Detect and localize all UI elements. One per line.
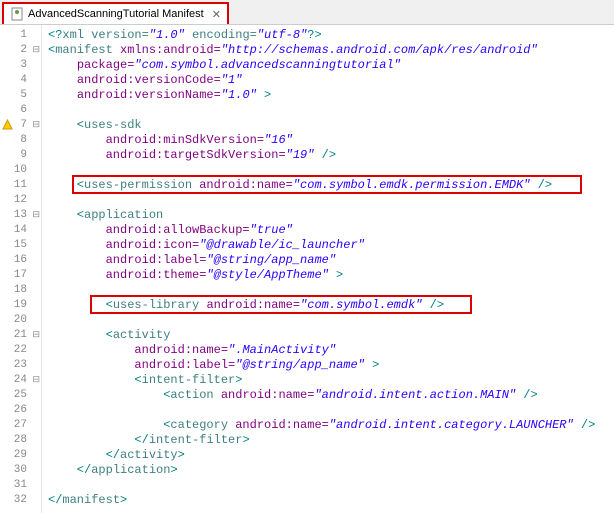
code-line: <uses-sdk	[48, 117, 614, 132]
gutter-line: 9	[0, 147, 41, 162]
gutter-line: 26	[0, 402, 41, 417]
gutter-line: 6	[0, 102, 41, 117]
gutter-line: 28	[0, 432, 41, 447]
code-line: android:targetSdkVersion="19" />	[48, 147, 614, 162]
code-line: <intent-filter>	[48, 372, 614, 387]
code-line: <manifest xmlns:android="http://schemas.…	[48, 42, 614, 57]
code-line: android:minSdkVersion="16"	[48, 132, 614, 147]
gutter-line: 1	[0, 27, 41, 42]
fold-toggle-icon[interactable]: ⊟	[32, 210, 40, 220]
warning-icon	[2, 119, 13, 130]
gutter-line: 3	[0, 57, 41, 72]
code-line: android:icon="@drawable/ic_launcher"	[48, 237, 614, 252]
code-line: android:name=".MainActivity"	[48, 342, 614, 357]
gutter-line: 16	[0, 252, 41, 267]
code-line: </intent-filter>	[48, 432, 614, 447]
gutter-line: 13⊟	[0, 207, 41, 222]
gutter-line: 2⊟	[0, 42, 41, 57]
tab-title: AdvancedScanningTutorial Manifest	[28, 8, 204, 20]
code-line	[48, 312, 614, 327]
gutter-line: 32	[0, 492, 41, 507]
gutter-line: 7⊟	[0, 117, 41, 132]
code-line: </application>	[48, 462, 614, 477]
code-line: package="com.symbol.advancedscanningtuto…	[48, 57, 614, 72]
code-line: <action android:name="android.intent.act…	[48, 387, 614, 402]
gutter-line: 18	[0, 282, 41, 297]
fold-toggle-icon[interactable]: ⊟	[32, 375, 40, 385]
code-line	[48, 162, 614, 177]
code-line: android:label="@string/app_name"	[48, 252, 614, 267]
editor-tab[interactable]: AdvancedScanningTutorial Manifest ✕	[2, 2, 229, 24]
code-line: </activity>	[48, 447, 614, 462]
code-line: <uses-permission android:name="com.symbo…	[48, 177, 614, 192]
gutter-line: 19	[0, 297, 41, 312]
gutter-line: 23	[0, 357, 41, 372]
gutter-line: 22	[0, 342, 41, 357]
code-line	[48, 102, 614, 117]
tab-bar: AdvancedScanningTutorial Manifest ✕	[0, 0, 614, 25]
gutter-line: 11	[0, 177, 41, 192]
code-line: <category android:name="android.intent.c…	[48, 417, 614, 432]
code-line: <application	[48, 207, 614, 222]
fold-toggle-icon[interactable]: ⊟	[32, 330, 40, 340]
fold-toggle-icon[interactable]: ⊟	[32, 120, 40, 130]
fold-toggle-icon[interactable]: ⊟	[32, 45, 40, 55]
close-tab-icon[interactable]: ✕	[212, 8, 221, 21]
code-line: android:versionName="1.0" >	[48, 87, 614, 102]
code-editor[interactable]: 12⊟34567⊟8910111213⊟1415161718192021⊟222…	[0, 25, 614, 513]
code-line	[48, 402, 614, 417]
gutter-line: 20	[0, 312, 41, 327]
gutter-line: 30	[0, 462, 41, 477]
code-line: android:allowBackup="true"	[48, 222, 614, 237]
gutter-line: 24⊟	[0, 372, 41, 387]
code-line	[48, 282, 614, 297]
gutter-line: 27	[0, 417, 41, 432]
code-line: <?xml version="1.0" encoding="utf-8"?>	[48, 27, 614, 42]
code-line: android:label="@string/app_name" >	[48, 357, 614, 372]
code-line: <activity	[48, 327, 614, 342]
manifest-file-icon	[10, 7, 24, 21]
gutter-line: 25	[0, 387, 41, 402]
code-line: android:versionCode="1"	[48, 72, 614, 87]
gutter-line: 31	[0, 477, 41, 492]
code-line: android:theme="@style/AppTheme" >	[48, 267, 614, 282]
gutter-line: 5	[0, 87, 41, 102]
code-line	[48, 192, 614, 207]
code-line	[48, 477, 614, 492]
code-area[interactable]: <?xml version="1.0" encoding="utf-8"?><m…	[42, 25, 614, 513]
code-line: </manifest>	[48, 492, 614, 507]
gutter: 12⊟34567⊟8910111213⊟1415161718192021⊟222…	[0, 25, 42, 513]
gutter-line: 12	[0, 192, 41, 207]
gutter-line: 14	[0, 222, 41, 237]
gutter-line: 15	[0, 237, 41, 252]
gutter-line: 8	[0, 132, 41, 147]
code-line: <uses-library android:name="com.symbol.e…	[48, 297, 614, 312]
gutter-line: 4	[0, 72, 41, 87]
gutter-line: 10	[0, 162, 41, 177]
gutter-line: 29	[0, 447, 41, 462]
gutter-line: 21⊟	[0, 327, 41, 342]
gutter-line: 17	[0, 267, 41, 282]
